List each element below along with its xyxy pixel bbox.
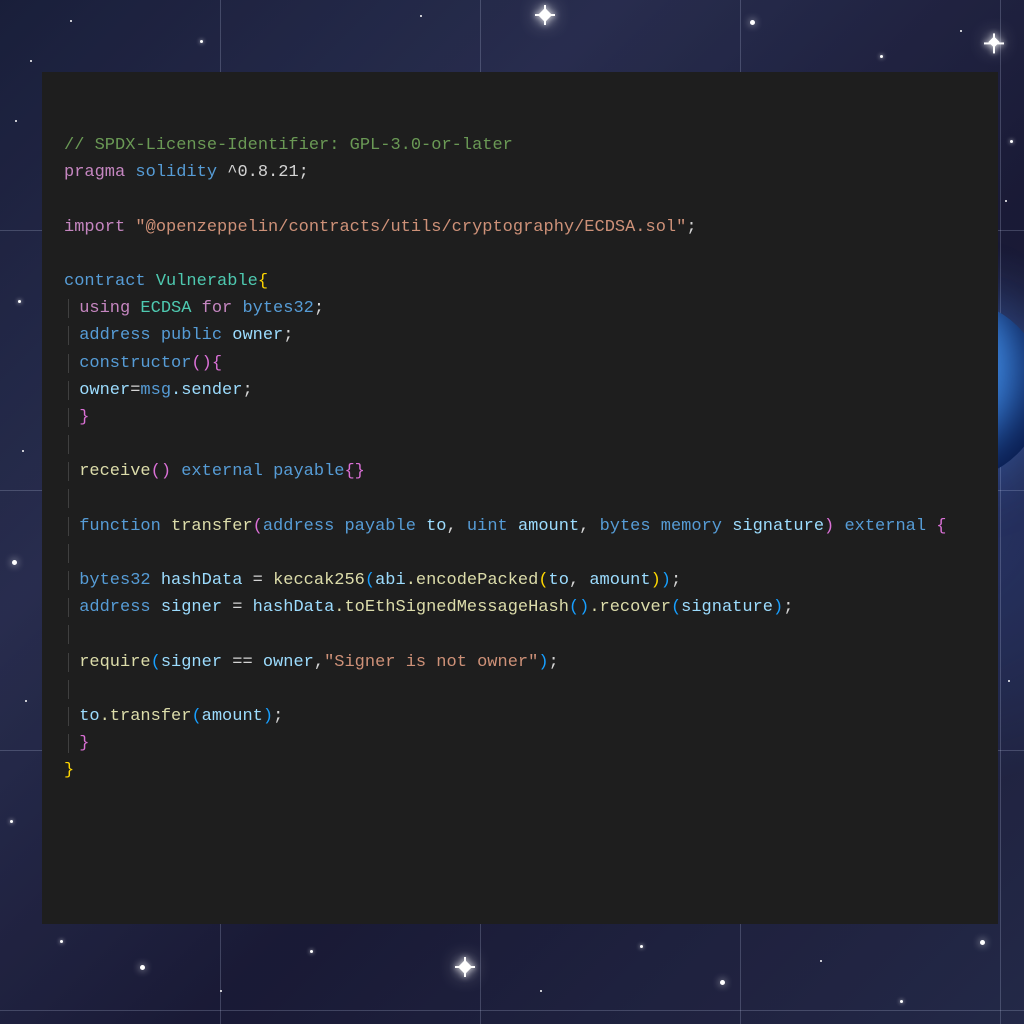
code-var: signer bbox=[161, 653, 222, 672]
code-fn: receive bbox=[79, 462, 150, 481]
code-comment: // SPDX-License-Identifier: GPL-3.0-or-l… bbox=[64, 136, 513, 155]
code-keyword: using bbox=[79, 299, 130, 318]
code-var: owner bbox=[232, 326, 283, 345]
code-var: to bbox=[549, 571, 569, 590]
star-icon bbox=[25, 700, 27, 702]
star-icon bbox=[980, 940, 985, 945]
code-var: to bbox=[79, 707, 99, 726]
star-icon bbox=[140, 965, 145, 970]
code-var: signer bbox=[161, 598, 222, 617]
code-keyword: public bbox=[161, 326, 222, 345]
code-var: .sender bbox=[171, 381, 242, 400]
star-icon bbox=[310, 950, 313, 953]
code-editor: // SPDX-License-Identifier: GPL-3.0-or-l… bbox=[42, 72, 998, 924]
star-icon bbox=[1010, 140, 1013, 143]
code-type: bytes bbox=[600, 517, 651, 536]
code-type: bytes32 bbox=[79, 571, 150, 590]
star-icon bbox=[220, 990, 222, 992]
code-var: amount bbox=[589, 571, 650, 590]
star-icon bbox=[10, 820, 13, 823]
star-icon bbox=[540, 990, 542, 992]
code-type: solidity bbox=[135, 163, 217, 182]
code-string: "Signer is not owner" bbox=[324, 653, 538, 672]
code-type: uint bbox=[467, 517, 508, 536]
code-type: address bbox=[263, 517, 334, 536]
star-icon bbox=[640, 945, 643, 948]
code-var: abi bbox=[375, 571, 406, 590]
code-type: address bbox=[79, 326, 150, 345]
code-type: address bbox=[79, 598, 150, 617]
star-icon bbox=[1005, 200, 1007, 202]
code-keyword: payable bbox=[344, 517, 415, 536]
code-block: // SPDX-License-Identifier: GPL-3.0-or-l… bbox=[64, 132, 976, 785]
star-icon bbox=[420, 15, 422, 17]
code-text: ^0.8.21 bbox=[227, 163, 298, 182]
code-var: signature bbox=[681, 598, 773, 617]
code-keyword: payable bbox=[273, 462, 344, 481]
star-icon bbox=[22, 450, 24, 452]
code-fn: require bbox=[79, 653, 150, 672]
star-icon bbox=[70, 20, 72, 22]
code-fn: .recover bbox=[589, 598, 671, 617]
code-op: == bbox=[232, 653, 252, 672]
star-icon bbox=[60, 940, 63, 943]
star-icon bbox=[18, 300, 21, 303]
code-var: amount bbox=[202, 707, 263, 726]
star-icon bbox=[960, 30, 962, 32]
code-fn: keccak256 bbox=[273, 571, 365, 590]
star-icon bbox=[15, 120, 17, 122]
code-keyword: pragma bbox=[64, 163, 125, 182]
star-icon bbox=[720, 980, 725, 985]
star-icon bbox=[1008, 680, 1010, 682]
code-keyword: contract bbox=[64, 272, 146, 291]
code-string: "@openzeppelin/contracts/utils/cryptogra… bbox=[135, 218, 686, 237]
code-var: hashData bbox=[253, 598, 335, 617]
star-icon bbox=[880, 55, 883, 58]
code-fn: .transfer bbox=[100, 707, 192, 726]
code-var: owner bbox=[79, 381, 130, 400]
code-keyword: memory bbox=[661, 517, 722, 536]
star-icon bbox=[900, 1000, 903, 1003]
code-keyword: constructor bbox=[79, 354, 191, 373]
code-param: signature bbox=[732, 517, 824, 536]
code-fn: .toEthSignedMessageHash bbox=[334, 598, 569, 617]
code-keyword: import bbox=[64, 218, 125, 237]
code-param: amount bbox=[518, 517, 579, 536]
code-keyword: for bbox=[202, 299, 233, 318]
code-keyword: external bbox=[181, 462, 263, 481]
code-type: bytes32 bbox=[242, 299, 313, 318]
code-keyword: function bbox=[79, 517, 161, 536]
star-icon bbox=[750, 20, 755, 25]
code-class: Vulnerable bbox=[156, 272, 258, 291]
code-fn: .encodePacked bbox=[406, 571, 539, 590]
code-var: msg bbox=[140, 381, 171, 400]
code-class: ECDSA bbox=[140, 299, 191, 318]
star-icon bbox=[12, 560, 17, 565]
star-icon bbox=[820, 960, 822, 962]
star-icon bbox=[30, 60, 32, 62]
code-param: to bbox=[426, 517, 446, 536]
code-var: owner bbox=[263, 653, 314, 672]
star-icon bbox=[200, 40, 203, 43]
code-keyword: external bbox=[844, 517, 926, 536]
code-fn: transfer bbox=[171, 517, 253, 536]
code-var: hashData bbox=[161, 571, 243, 590]
